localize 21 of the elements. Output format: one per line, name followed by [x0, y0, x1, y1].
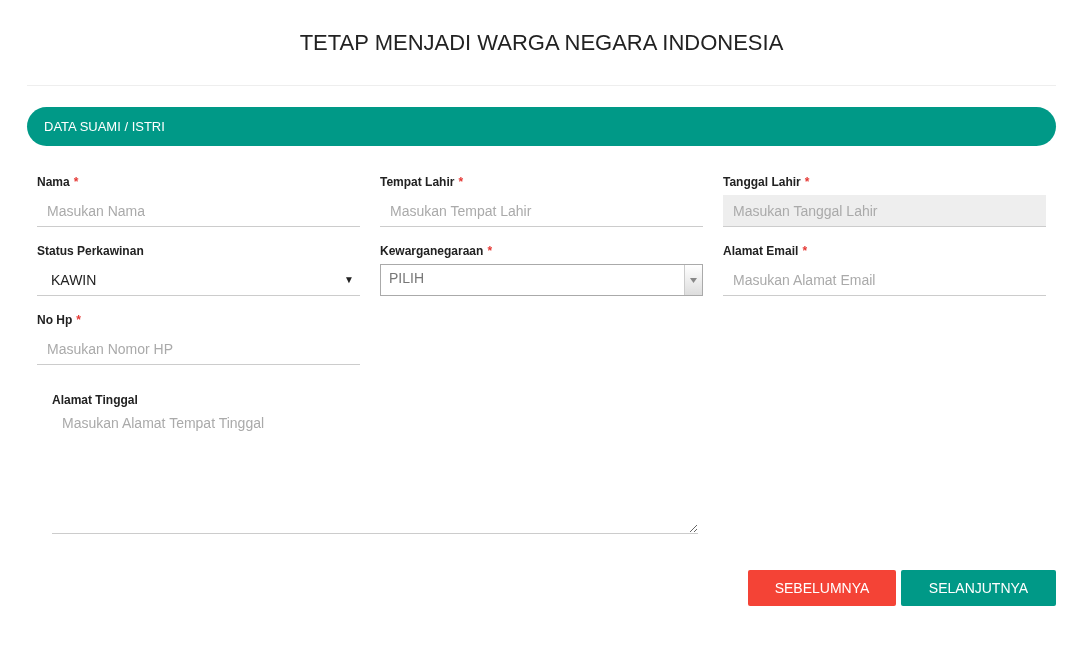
caret-icon [690, 277, 697, 283]
select-field[interactable]: KAWIN ▼ [37, 264, 360, 296]
back-button[interactable]: SEBELUMNYA [748, 570, 896, 606]
field-label: Status Perkawinan [37, 244, 144, 260]
required-mark: * [802, 244, 808, 260]
dropdown-field[interactable]: PILIH [380, 264, 703, 296]
required-mark: * [73, 175, 79, 191]
required-mark: * [804, 175, 810, 191]
field-label: Nama [37, 175, 70, 191]
field-label: Tempat Lahir [380, 175, 455, 191]
required-mark: * [458, 175, 464, 191]
page-title: TETAP MENJADI WARGA NEGARA INDONESIA [298, 29, 785, 57]
required-mark: * [76, 313, 81, 329]
section-header: DATA SUAMI / ISTRI [27, 107, 1056, 146]
field-label: Tanggal Lahir [723, 175, 801, 191]
field-label: No Hp [37, 313, 73, 329]
field-label: Alamat Email [723, 244, 799, 260]
next-button[interactable]: SELANJUTNYA [901, 570, 1056, 606]
required-mark: * [487, 244, 493, 260]
field-label: Kewarganegaraan [380, 244, 484, 260]
field-label: Alamat Tinggal [52, 393, 139, 409]
